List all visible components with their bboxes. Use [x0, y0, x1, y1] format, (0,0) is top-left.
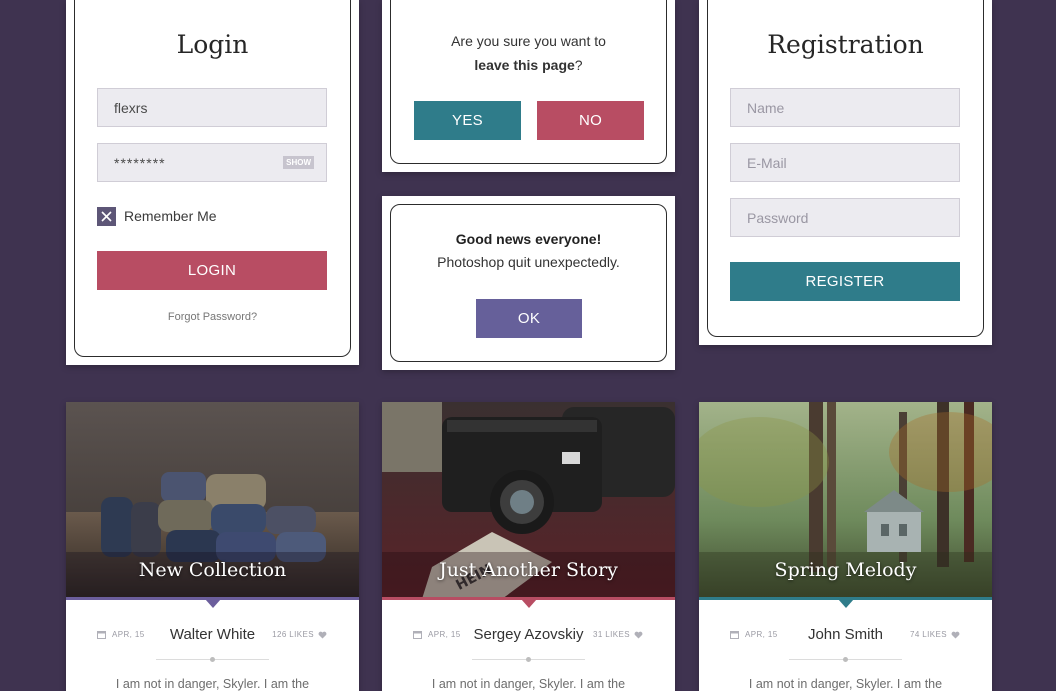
username-input[interactable]: flexrs	[97, 88, 327, 127]
story-notch	[205, 599, 221, 608]
story-meta: APR, 15 John Smith 74 LIKES	[699, 624, 992, 648]
story-meta: APR, 15 Walter White 126 LIKES	[66, 624, 359, 648]
story-caption: New Collection	[138, 559, 287, 581]
x-mark-icon	[101, 211, 112, 222]
yes-button[interactable]: YES	[414, 101, 521, 140]
story-notch	[838, 599, 854, 608]
story-excerpt: I am not in danger, Skyler. I am the	[115, 677, 310, 691]
story-caption: Just Another Story	[439, 559, 618, 581]
login-card: Login flexrs ******** SHOW Remember Me L…	[66, 0, 359, 365]
story-card-spring-melody[interactable]: Spring Melody APR, 15 John Smith 74 LIKE…	[699, 402, 992, 691]
forgot-password-link[interactable]: Forgot Password?	[66, 311, 359, 323]
story-caption: Spring Melody	[774, 559, 917, 581]
register-button[interactable]: REGISTER	[730, 262, 960, 301]
story-likes[interactable]: 126 LIKES	[272, 630, 327, 639]
story-likes[interactable]: 74 LIKES	[910, 630, 960, 639]
alert-dialog-frame	[390, 204, 667, 362]
heart-icon	[318, 631, 327, 639]
confirm-dialog: Are you sure you want to leave this page…	[382, 0, 675, 172]
alert-headline: Good news everyone!	[455, 231, 602, 247]
confirm-question-line2: leave this page?	[382, 57, 675, 73]
heart-icon	[951, 631, 960, 639]
confirm-question-bold: leave this page	[474, 57, 575, 73]
no-button[interactable]: NO	[537, 101, 644, 140]
show-password-button[interactable]: SHOW	[283, 156, 314, 169]
name-input[interactable]: Name	[730, 88, 960, 127]
login-button[interactable]: LOGIN	[97, 251, 327, 290]
story-likes-text: 126 LIKES	[272, 630, 314, 639]
alert-dialog: Good news everyone! Photoshop quit unexp…	[382, 196, 675, 370]
story-notch	[521, 599, 537, 608]
story-likes-text: 31 LIKES	[592, 630, 630, 639]
password-input[interactable]: ******** SHOW	[97, 143, 327, 182]
remember-me-label: Remember Me	[124, 208, 217, 224]
email-input[interactable]: E-Mail	[730, 143, 960, 182]
password-input[interactable]: Password	[730, 198, 960, 237]
confirm-question-end: ?	[574, 57, 583, 73]
password-value: ********	[114, 154, 166, 171]
story-excerpt: I am not in danger, Skyler. I am the	[431, 677, 626, 691]
story-divider-dot	[526, 657, 531, 662]
story-divider-dot	[843, 657, 848, 662]
story-excerpt: I am not in danger, Skyler. I am the	[748, 677, 943, 691]
registration-card: Registration Name E-Mail Password REGIST…	[699, 0, 992, 345]
registration-title: Registration	[767, 30, 924, 59]
story-card-new-collection[interactable]: New Collection APR, 15 Walter White 126 …	[66, 402, 359, 691]
heart-icon	[634, 631, 643, 639]
story-meta: APR, 15 Sergey Azovskiy 31 LIKES	[382, 624, 675, 648]
alert-message: Photoshop quit unexpectedly.	[437, 254, 620, 270]
story-card-just-another-story[interactable]: HEIN Just Another Story APR, 15 Sergey A…	[382, 402, 675, 691]
login-title: Login	[176, 30, 249, 59]
story-likes[interactable]: 31 LIKES	[593, 630, 643, 639]
story-divider-dot	[210, 657, 215, 662]
ok-button[interactable]: OK	[476, 299, 582, 338]
remember-me-checkbox[interactable]	[97, 207, 116, 226]
story-likes-text: 74 LIKES	[909, 630, 947, 639]
confirm-question-line1: Are you sure you want to	[451, 33, 606, 49]
